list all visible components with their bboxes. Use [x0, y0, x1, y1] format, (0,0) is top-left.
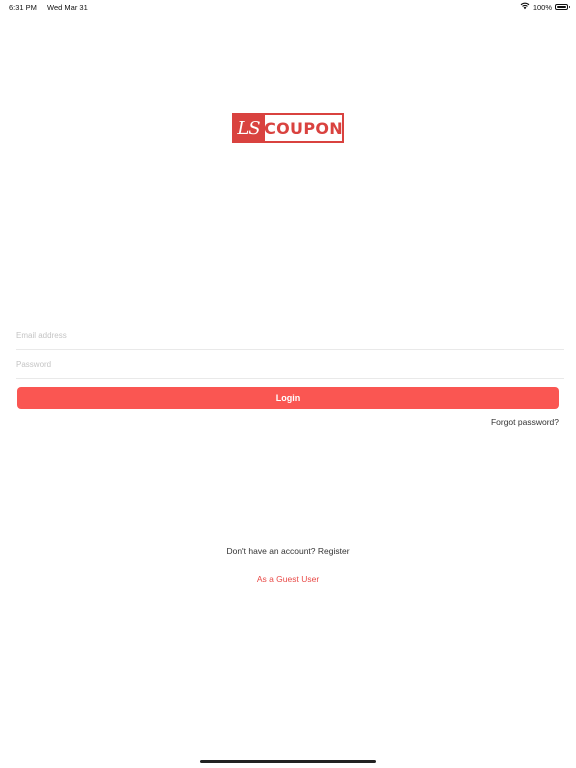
login-screen: 6:31 PM Wed Mar 31 100% LS COUPON Email …: [0, 0, 576, 768]
status-indicators: 100%: [520, 2, 570, 12]
status-time-date: 6:31 PM Wed Mar 31: [9, 3, 88, 12]
logo-wordmark: COUPON: [264, 113, 344, 143]
email-field[interactable]: [16, 322, 564, 349]
battery-icon: [555, 4, 570, 10]
ls-coupon-logo: LS COUPON: [232, 113, 344, 143]
wifi-icon: [520, 2, 530, 12]
password-field-container: [16, 351, 564, 379]
home-indicator[interactable]: [200, 760, 376, 763]
forgot-password-link[interactable]: Forgot password?: [491, 417, 559, 427]
login-button[interactable]: Login: [17, 387, 559, 409]
status-date: Wed Mar 31: [47, 3, 88, 12]
logo-mark: LS: [232, 113, 265, 143]
status-time: 6:31 PM: [9, 3, 37, 12]
email-field-container: [16, 322, 564, 350]
guest-user-link[interactable]: As a Guest User: [0, 574, 576, 584]
status-bar: 6:31 PM Wed Mar 31 100%: [0, 0, 576, 14]
battery-percent: 100%: [532, 2, 552, 12]
password-field[interactable]: [16, 351, 564, 378]
register-link[interactable]: Don't have an account? Register: [0, 546, 576, 556]
